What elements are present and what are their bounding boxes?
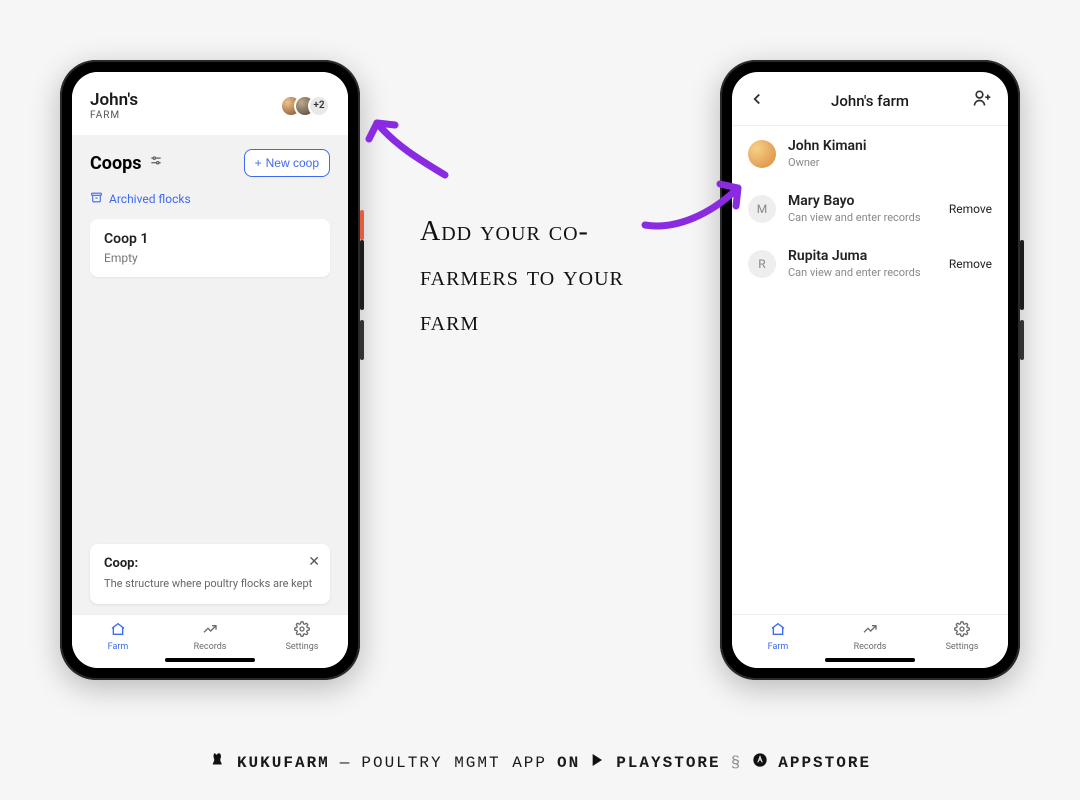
archived-flocks-label: Archived flocks [109, 192, 191, 206]
member-row: R Rupita Juma Can view and enter records… [732, 236, 1008, 291]
member-avatars[interactable]: +2 [280, 95, 330, 117]
screen-farm-members: John's farm John Kimani Owner M [732, 72, 1008, 668]
gesture-bar [165, 658, 255, 662]
add-user-icon[interactable] [968, 88, 992, 113]
screen-farm-home: John's FARM +2 Coops [72, 72, 348, 668]
farm-subtitle: FARM [90, 110, 138, 121]
records-icon [164, 621, 256, 640]
remove-button[interactable]: Remove [949, 202, 992, 216]
members-title: John's farm [831, 92, 909, 110]
new-coop-label: New coop [266, 156, 319, 170]
plus-icon: + [255, 156, 262, 170]
marketing-footer: KUKUFARM — POULTRY MGMT APP ON PLAYSTORE… [0, 751, 1080, 774]
member-row: John Kimani Owner [732, 126, 1008, 181]
archive-icon [90, 191, 103, 207]
member-name: Mary Bayo [788, 193, 937, 209]
members-list: John Kimani Owner M Mary Bayo Can view a… [732, 126, 1008, 614]
coop-status: Empty [104, 251, 316, 265]
rooster-icon [209, 751, 227, 774]
phone-volume-button [360, 240, 364, 310]
tab-farm[interactable]: Farm [732, 621, 824, 652]
appstore-icon [752, 752, 768, 773]
gesture-bar [825, 658, 915, 662]
settings-icon [916, 621, 1008, 640]
tab-farm-label: Farm [768, 642, 789, 652]
dash: — [340, 754, 352, 772]
playstore-label[interactable]: PLAYSTORE [616, 754, 720, 772]
settings-icon [256, 621, 348, 640]
farm-icon [72, 621, 164, 640]
back-icon[interactable] [748, 89, 772, 113]
coops-section: Coops + New coop Archived flocks [72, 135, 348, 614]
member-name: John Kimani [788, 138, 980, 154]
footer-tagline: POULTRY MGMT APP [361, 754, 547, 772]
tab-settings-label: Settings [946, 642, 979, 652]
tab-settings-label: Settings [286, 642, 319, 652]
tab-farm-label: Farm [108, 642, 129, 652]
tip-desc: The structure where poultry flocks are k… [104, 577, 316, 590]
phone-power-button [360, 320, 364, 360]
farm-icon [732, 621, 824, 640]
archived-flocks-link[interactable]: Archived flocks [90, 191, 330, 207]
phone-mockup-left: John's FARM +2 Coops [60, 60, 360, 680]
member-row: M Mary Bayo Can view and enter records R… [732, 181, 1008, 236]
farm-header: John's FARM +2 [72, 72, 348, 135]
marketing-caption: Add your co-farmers to your farm [420, 210, 670, 344]
tab-settings[interactable]: Settings [256, 621, 348, 652]
member-role: Owner [788, 156, 980, 169]
close-icon[interactable]: ✕ [308, 554, 320, 570]
callout-arrow-left [365, 105, 455, 185]
avatar [748, 140, 776, 168]
phone-mockup-right: John's farm John Kimani Owner M [720, 60, 1020, 680]
tab-records[interactable]: Records [164, 621, 256, 652]
member-role: Can view and enter records [788, 211, 937, 224]
avatar: R [748, 250, 776, 278]
phone-power-accent [360, 210, 364, 240]
member-name: Rupita Juma [788, 248, 937, 264]
tab-records-label: Records [194, 642, 227, 652]
tab-records[interactable]: Records [824, 621, 916, 652]
coops-heading: Coops [90, 153, 141, 174]
brand-name: KUKUFARM [237, 754, 330, 772]
coop-tip-card: ✕ Coop: The structure where poultry floc… [90, 544, 330, 604]
coop-card[interactable]: Coop 1 Empty [90, 219, 330, 277]
appstore-label[interactable]: APPSTORE [778, 754, 871, 772]
tab-records-label: Records [854, 642, 887, 652]
coop-name: Coop 1 [104, 231, 316, 247]
new-coop-button[interactable]: + New coop [244, 149, 330, 177]
phone-power-button [1020, 320, 1024, 360]
member-role: Can view and enter records [788, 266, 937, 279]
tab-farm[interactable]: Farm [72, 621, 164, 652]
footer-on: ON [557, 754, 580, 772]
tip-title: Coop: [104, 556, 316, 571]
avatar-overflow-count: +2 [308, 95, 330, 117]
records-icon [824, 621, 916, 640]
farm-title: John's [90, 90, 138, 110]
tab-settings[interactable]: Settings [916, 621, 1008, 652]
separator-icon: § [731, 754, 743, 772]
playstore-icon [590, 752, 606, 773]
phone-volume-button [1020, 240, 1024, 310]
remove-button[interactable]: Remove [949, 257, 992, 271]
avatar: M [748, 195, 776, 223]
members-header: John's farm [732, 72, 1008, 126]
filter-icon[interactable] [149, 154, 163, 172]
